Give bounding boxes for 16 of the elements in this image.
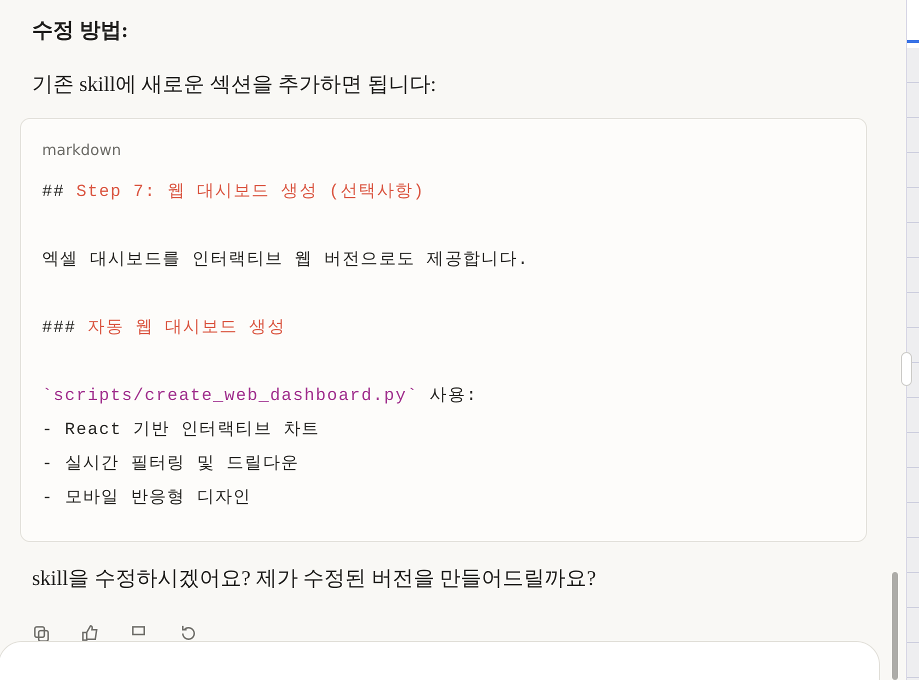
scrollbar-thumb[interactable] xyxy=(892,572,898,680)
paragraph: skill을 수정하시겠어요? 제가 수정된 버전을 만들어드릴까요? xyxy=(32,565,598,592)
resize-handle[interactable] xyxy=(901,352,912,386)
code-line: ## Step 7: 웹 대시보드 생성 (선택사항) xyxy=(42,182,426,204)
thumbs-up-icon[interactable] xyxy=(81,624,100,643)
code-line: ### 자동 웹 대시보드 생성 xyxy=(42,318,287,340)
paragraph: 기존 skill에 새로운 섹션을 추가하면 됩니다: xyxy=(32,71,438,98)
copy-icon[interactable] xyxy=(32,624,51,643)
code-line: - 모바일 반응형 디자인 xyxy=(42,488,252,510)
code-line: 엑셀 대시보드를 인터랙티브 웹 버전으로도 제공합니다. xyxy=(42,250,530,272)
code-line: - React 기반 인터랙티브 차트 xyxy=(42,420,321,442)
code-line: `scripts/create_web_dashboard.py` 사용: xyxy=(42,386,478,408)
code-language-label: markdown xyxy=(42,141,122,159)
code-line: - 실시간 필터링 및 드릴다운 xyxy=(42,454,300,476)
retry-icon[interactable] xyxy=(179,624,198,643)
section-heading: 수정 방법: xyxy=(32,17,130,44)
